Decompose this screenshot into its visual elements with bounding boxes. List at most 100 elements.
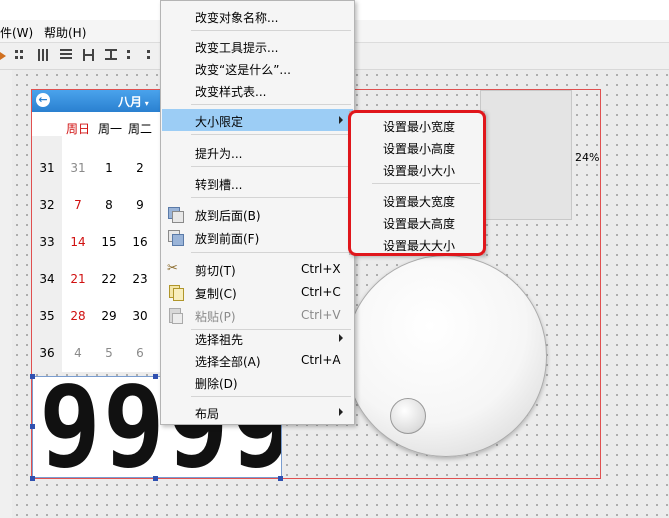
calendar-day[interactable]: 23 xyxy=(125,272,155,286)
menu-item-label: 转到槽... xyxy=(195,178,243,192)
submenu-arrow-icon xyxy=(339,116,343,124)
menu-item-cut[interactable]: ✂ 剪切(T) Ctrl+X xyxy=(162,258,353,280)
back-arrow-icon[interactable]: ← xyxy=(36,93,50,107)
calendar-day[interactable]: 9 xyxy=(125,198,155,212)
week-number: 34 xyxy=(39,272,55,286)
menu-item-delete[interactable]: 删除(D) xyxy=(162,371,353,393)
menu-item-change-object-name[interactable]: 改变对象名称... xyxy=(162,5,353,27)
menu-item-shortcut: Ctrl+V xyxy=(301,308,341,322)
bring-to-front-icon xyxy=(167,229,184,246)
highlight-annotation xyxy=(348,110,486,256)
menu-item-copy[interactable]: 复制(C) Ctrl+C xyxy=(162,281,353,303)
menu-item-shortcut: Ctrl+A xyxy=(301,353,341,367)
calendar-widget[interactable]: ← 八月 ▾ 周日 周一 周二 31 31 1 2 32 7 8 9 33 14… xyxy=(32,90,160,372)
paste-icon xyxy=(167,307,183,324)
menu-separator xyxy=(191,252,351,253)
menu-item-size-constraints[interactable]: 大小限定 xyxy=(162,109,353,131)
resize-handle[interactable] xyxy=(30,476,35,481)
calendar-day[interactable]: 2 xyxy=(125,161,155,175)
menu-item-shortcut: Ctrl+C xyxy=(301,285,341,299)
calendar-day[interactable]: 7 xyxy=(63,198,93,212)
menu-item-label: 放到后面(B) xyxy=(195,209,261,223)
menu-item-change-stylesheet[interactable]: 改变样式表... xyxy=(162,79,353,101)
menu-item-layout[interactable]: 布局 xyxy=(162,401,353,423)
calendar-day[interactable]: 31 xyxy=(63,161,93,175)
menu-item-label: 大小限定 xyxy=(195,115,244,129)
calendar-day[interactable]: 21 xyxy=(63,272,93,286)
week-number: 33 xyxy=(39,235,55,249)
progress-text: 24% xyxy=(575,151,600,164)
weekday-label: 周二 xyxy=(128,122,153,136)
calendar-day[interactable]: 22 xyxy=(94,272,124,286)
context-menu: 改变对象名称... 改变工具提示... 改变“这是什么”... 改变样式表...… xyxy=(160,0,355,425)
menu-item-promote-to[interactable]: 提升为... xyxy=(162,141,353,163)
menu-item-label: 放到前面(F) xyxy=(195,232,260,246)
week-number: 36 xyxy=(39,346,55,360)
menu-item-label: 改变对象名称... xyxy=(195,11,279,25)
layout-vertical-icon[interactable] xyxy=(59,48,73,62)
layout-grid-icon[interactable] xyxy=(14,48,28,62)
dial-widget[interactable] xyxy=(345,255,547,457)
menu-separator xyxy=(191,197,351,198)
week-number: 35 xyxy=(39,309,55,323)
calendar-day[interactable]: 6 xyxy=(125,346,155,360)
menu-item-go-to-slot[interactable]: 转到槽... xyxy=(162,172,353,194)
menu-item-label: 删除(D) xyxy=(195,377,238,391)
calendar-month[interactable]: 八月 ▾ xyxy=(118,93,149,110)
menu-item-label: 剪切(T) xyxy=(195,264,236,278)
menu-item-label: 复制(C) xyxy=(195,287,237,301)
scissors-icon: ✂ xyxy=(167,261,178,276)
menu-separator xyxy=(191,396,351,397)
calendar-day[interactable]: 30 xyxy=(125,309,155,323)
calendar-day[interactable]: 4 xyxy=(63,346,93,360)
resize-handle[interactable] xyxy=(30,374,35,379)
calendar-day[interactable]: 5 xyxy=(94,346,124,360)
menu-window[interactable]: 件(W) xyxy=(0,24,33,41)
menu-item-change-whats-this[interactable]: 改变“这是什么”... xyxy=(162,57,353,79)
calendar-day[interactable]: 29 xyxy=(94,309,124,323)
menu-item-shortcut: Ctrl+X xyxy=(301,262,341,276)
send-to-back-icon xyxy=(167,206,184,223)
menu-item-select-ancestor[interactable]: 选择祖先 xyxy=(162,327,353,349)
progress-widget[interactable] xyxy=(480,90,572,220)
week-number: 32 xyxy=(39,198,55,212)
resize-handle[interactable] xyxy=(278,476,283,481)
menu-item-bring-to-front[interactable]: 放到前面(F) xyxy=(162,226,353,248)
menu-item-label: 改变工具提示... xyxy=(195,41,279,55)
menu-separator xyxy=(191,104,351,105)
layout-more-icon[interactable] xyxy=(146,48,160,62)
menu-item-change-tooltip[interactable]: 改变工具提示... xyxy=(162,35,353,57)
menu-separator xyxy=(191,166,351,167)
calendar-day[interactable]: 8 xyxy=(94,198,124,212)
calendar-weekdays: 周日 周一 周二 xyxy=(32,112,160,136)
layout-horizontal-icon[interactable] xyxy=(37,48,51,62)
menu-item-send-to-back[interactable]: 放到后面(B) xyxy=(162,203,353,225)
menu-item-label: 提升为... xyxy=(195,147,243,161)
weekday-label: 周日 xyxy=(66,122,91,136)
splitter-horizontal-icon[interactable] xyxy=(82,48,96,62)
menu-item-label: 选择祖先 xyxy=(195,333,244,347)
menu-separator xyxy=(191,30,351,31)
menu-item-label: 改变“这是什么”... xyxy=(195,63,291,77)
menu-item-label: 改变样式表... xyxy=(195,85,267,99)
copy-icon xyxy=(167,284,184,301)
calendar-day[interactable]: 15 xyxy=(94,235,124,249)
calendar-day[interactable]: 28 xyxy=(63,309,93,323)
menu-item-paste[interactable]: 粘贴(P) Ctrl+V xyxy=(162,304,353,326)
week-number: 31 xyxy=(39,161,55,175)
splitter-vertical-icon[interactable] xyxy=(104,48,118,62)
weekday-label: 周一 xyxy=(98,122,123,136)
arrow-right-icon[interactable] xyxy=(0,48,14,62)
resize-handle[interactable] xyxy=(153,476,158,481)
calendar-day[interactable]: 14 xyxy=(63,235,93,249)
calendar-day[interactable]: 1 xyxy=(94,161,124,175)
menu-help[interactable]: 帮助(H) xyxy=(44,24,86,41)
menu-item-select-all[interactable]: 选择全部(A) Ctrl+A xyxy=(162,349,353,371)
menu-item-label: 粘贴(P) xyxy=(195,310,236,324)
layout-form-icon[interactable] xyxy=(126,48,140,62)
dial-knob[interactable] xyxy=(390,398,426,434)
calendar-header: ← 八月 ▾ xyxy=(32,90,160,112)
resize-handle[interactable] xyxy=(30,424,35,429)
resize-handle[interactable] xyxy=(153,374,158,379)
calendar-day[interactable]: 16 xyxy=(125,235,155,249)
